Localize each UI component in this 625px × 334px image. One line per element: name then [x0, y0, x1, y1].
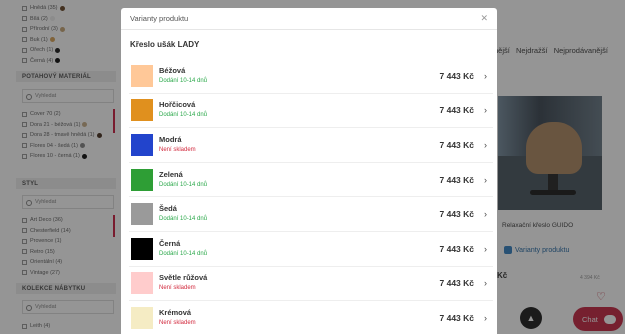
variant-availability: Není skladem: [159, 146, 196, 153]
chevron-right-icon[interactable]: ›: [484, 244, 487, 254]
chevron-right-icon[interactable]: ›: [484, 175, 487, 185]
variant-text: Hořčicová Dodání 10-14 dnů: [159, 100, 207, 120]
variant-availability: Dodání 10-14 dnů: [159, 216, 208, 223]
variant-swatch: [131, 203, 153, 226]
variant-swatch: [131, 99, 153, 122]
variant-price: 7 443 Kč: [439, 105, 475, 116]
variant-availability: Dodání 10-14 dnů: [159, 181, 208, 188]
chevron-right-icon[interactable]: ›: [484, 105, 487, 115]
modal-title: Varianty produktu: [130, 14, 189, 23]
variant-text: Šedá Dodání 10-14 dnů: [159, 204, 207, 224]
variant-row[interactable]: Béžová Dodání 10-14 dnů 7 443 Kč ›: [129, 59, 493, 94]
variants-modal: Varianty produktu ✕ Křeslo ušák LADY Béž…: [121, 8, 497, 334]
variant-name: Krémová: [159, 307, 192, 317]
variant-text: Zelená Dodání 10-14 dnů: [159, 170, 207, 190]
variant-row[interactable]: Krémová Není skladem 7 443 Kč ›: [129, 301, 493, 334]
variant-availability: Dodání 10-14 dnů: [159, 250, 208, 257]
variant-name: Zelená: [159, 169, 183, 179]
variant-name: Hořčicová: [159, 100, 196, 110]
modal-header: Varianty produktu ✕: [121, 8, 497, 30]
variant-swatch: [131, 64, 153, 87]
product-title: Křeslo ušák LADY: [130, 40, 200, 49]
variant-availability: Dodání 10-14 dnů: [159, 112, 208, 119]
variant-row[interactable]: Šedá Dodání 10-14 dnů 7 443 Kč ›: [129, 197, 493, 232]
variant-text: Černá Dodání 10-14 dnů: [159, 239, 207, 259]
variant-row[interactable]: Světle růžová Není skladem 7 443 Kč ›: [129, 267, 493, 302]
variant-name: Šedá: [159, 204, 177, 214]
variant-name: Černá: [159, 238, 181, 248]
variant-price: 7 443 Kč: [439, 243, 475, 254]
variant-list: Béžová Dodání 10-14 dnů 7 443 Kč › Hořčicová…: [129, 59, 493, 334]
chevron-right-icon[interactable]: ›: [484, 71, 487, 81]
variant-text: Krémová Není skladem: [159, 308, 196, 328]
close-icon[interactable]: ✕: [480, 13, 488, 24]
variant-price: 7 443 Kč: [439, 209, 475, 220]
variant-row[interactable]: Hořčicová Dodání 10-14 dnů 7 443 Kč ›: [129, 94, 493, 129]
variant-swatch: [131, 272, 153, 295]
variant-price: 7 443 Kč: [439, 278, 475, 289]
variant-availability: Dodání 10-14 dnů: [159, 77, 208, 84]
variant-text: Modrá Není skladem: [159, 135, 196, 155]
variant-price: 7 443 Kč: [439, 70, 475, 81]
chevron-right-icon[interactable]: ›: [484, 278, 487, 288]
variant-text: Světle růžová Není skladem: [159, 273, 207, 293]
variant-row[interactable]: Černá Dodání 10-14 dnů 7 443 Kč ›: [129, 232, 493, 267]
variant-text: Béžová Dodání 10-14 dnů: [159, 66, 207, 86]
variant-swatch: [131, 133, 153, 156]
chevron-right-icon[interactable]: ›: [484, 140, 487, 150]
chevron-right-icon[interactable]: ›: [484, 209, 487, 219]
variant-name: Béžová: [159, 65, 186, 75]
variant-swatch: [131, 306, 153, 329]
variant-swatch: [131, 168, 153, 191]
variant-availability: Není skladem: [159, 319, 196, 326]
variant-name: Modrá: [159, 134, 182, 144]
variant-name: Světle růžová: [159, 273, 208, 283]
variant-row[interactable]: Modrá Není skladem 7 443 Kč ›: [129, 128, 493, 163]
variant-row[interactable]: Zelená Dodání 10-14 dnů 7 443 Kč ›: [129, 163, 493, 198]
variant-price: 7 443 Kč: [439, 174, 475, 185]
variant-price: 7 443 Kč: [439, 139, 475, 150]
variant-swatch: [131, 237, 153, 260]
variant-price: 7 443 Kč: [439, 312, 475, 323]
chevron-right-icon[interactable]: ›: [484, 313, 487, 323]
variant-availability: Není skladem: [159, 285, 196, 292]
